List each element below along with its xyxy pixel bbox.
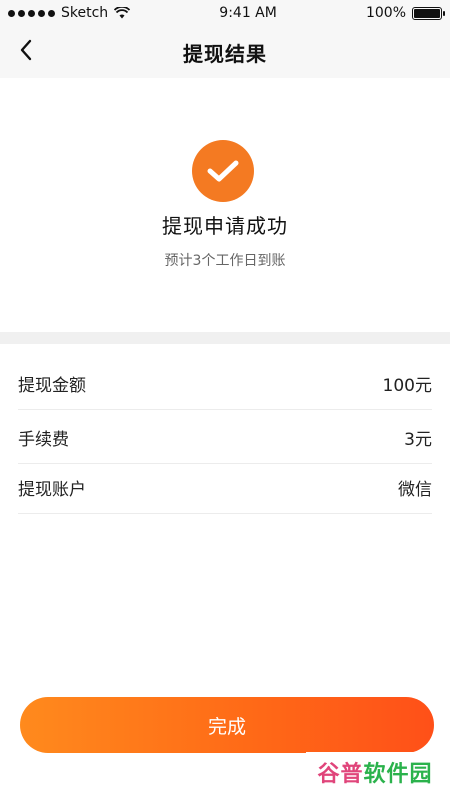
detail-label: 手续费	[18, 430, 69, 450]
detail-row-amount: 提现金额 100元	[18, 358, 432, 410]
page-title: 提现结果	[183, 41, 267, 66]
result-title: 提现申请成功	[162, 214, 288, 238]
detail-value: 3元	[404, 430, 432, 450]
section-divider	[0, 332, 450, 344]
result-section: 提现申请成功 预计3个工作日到账	[0, 78, 450, 332]
detail-value: 微信	[398, 480, 432, 500]
chevron-left-icon	[18, 38, 34, 66]
detail-value: 100元	[382, 376, 432, 396]
back-button[interactable]	[12, 38, 40, 66]
status-right: 100%	[365, 5, 445, 21]
done-button-label: 完成	[207, 715, 246, 738]
status-time: 9:41 AM	[219, 5, 277, 21]
done-button[interactable]: 完成	[20, 697, 434, 753]
signal-dots-icon	[8, 9, 55, 17]
detail-row-fee: 手续费 3元	[18, 412, 432, 464]
watermark-text-b: 软件园	[363, 762, 433, 787]
status-left: Sketch	[8, 5, 131, 21]
detail-row-account: 提现账户 微信	[18, 462, 432, 514]
detail-label: 提现账户	[18, 480, 86, 500]
status-bar: Sketch 9:41 AM 100%	[0, 0, 450, 26]
wifi-icon	[114, 6, 131, 19]
battery-icon	[412, 6, 445, 20]
detail-label: 提现金额	[18, 376, 86, 396]
battery-fill	[414, 8, 440, 18]
battery-percent: 100%	[365, 5, 406, 21]
watermark-text-a: 谷普	[317, 762, 364, 787]
result-subtitle: 预计3个工作日到账	[164, 253, 286, 269]
carrier-label: Sketch	[61, 5, 109, 21]
nav-bar: 提现结果	[0, 26, 450, 78]
checkmark-circle-icon	[192, 140, 254, 202]
watermark-logo: 谷普 软件园	[306, 752, 444, 792]
